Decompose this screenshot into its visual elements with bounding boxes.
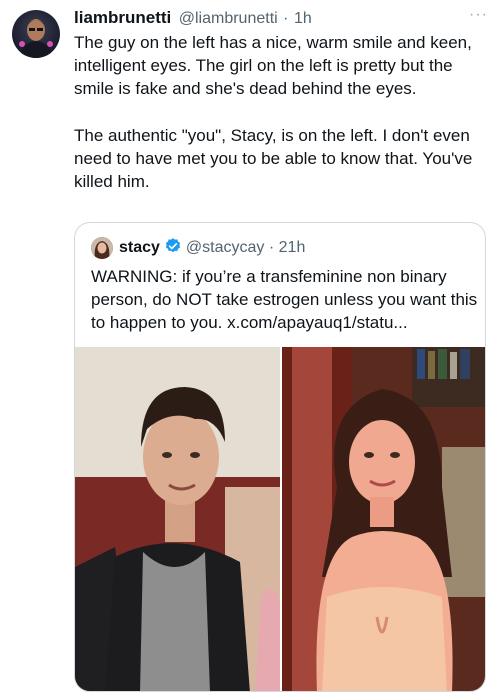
tweet-paragraph-1: The guy on the left has a nice, warm smi… [74, 33, 472, 99]
separator: · [283, 10, 289, 27]
author-avatar[interactable] [12, 10, 60, 58]
author-handle[interactable]: @liambrunetti [179, 10, 278, 27]
quoted-tweet[interactable]: stacy @stacycay · 21h WARNING: if you’re … [74, 222, 486, 692]
tweet-timestamp[interactable]: 1h [294, 10, 312, 27]
more-options-icon[interactable]: ··· [469, 6, 488, 24]
author-name[interactable]: liambrunetti [74, 8, 171, 27]
tweet-paragraph-2: The authentic "you", Stacy, is on the le… [74, 125, 473, 192]
quoted-tweet-text: WARNING: if you’re a transfeminine non b… [91, 267, 478, 332]
quoted-timestamp[interactable]: 21h [279, 239, 306, 256]
verified-badge-icon [164, 237, 182, 255]
quoted-author-avatar[interactable] [91, 237, 113, 259]
quoted-tweet-header: stacy @stacycay · 21h [119, 237, 305, 257]
separator: · [268, 239, 275, 256]
tweet-header: liambrunetti @liambrunetti · 1h [74, 8, 488, 30]
quoted-author-name[interactable]: stacy [119, 239, 160, 256]
photo-right[interactable] [282, 347, 485, 691]
tweet-text: The guy on the left has a nice, warm smi… [74, 31, 474, 193]
photo-left[interactable] [75, 347, 280, 691]
quoted-author-handle[interactable]: @stacycay [186, 239, 264, 256]
